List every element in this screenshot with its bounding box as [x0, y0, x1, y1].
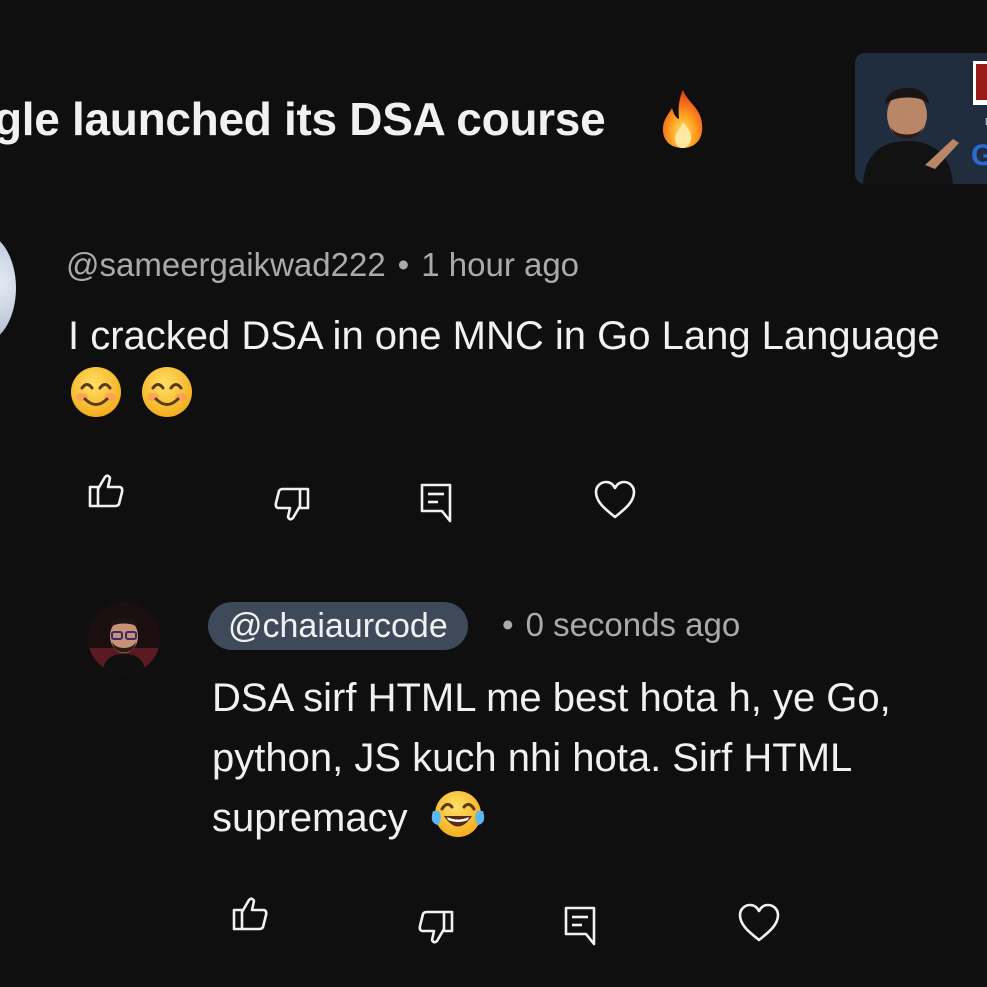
reply-text-end: supremacy — [212, 796, 408, 840]
thumbs-up-icon — [88, 474, 124, 508]
comment-emoji-row — [70, 366, 193, 426]
like-button[interactable] — [84, 468, 128, 512]
dislike-button[interactable] — [270, 483, 314, 527]
reply-reply-button[interactable] — [558, 904, 602, 948]
reply-author-handle[interactable]: @chaiaurcode — [208, 602, 468, 650]
comment-body: I cracked DSA in one MNC in Go Lang Lang… — [68, 306, 940, 366]
commenter-avatar[interactable] — [0, 233, 16, 343]
reply-comment-icon — [420, 483, 452, 523]
reply-button[interactable] — [414, 481, 458, 525]
video-title[interactable]: gle launched its DSA course — [0, 92, 606, 146]
meta-separator: • — [397, 246, 410, 283]
comments-screen: gle launched its DSA course Do — [0, 0, 987, 987]
svg-text:G: G — [971, 139, 987, 172]
video-title-text: gle launched its DSA course — [0, 93, 606, 145]
reply-body: DSA sirf HTML me best hota h, ye Go, pyt… — [212, 668, 972, 848]
meta-separator: • — [502, 606, 514, 643]
reply-meta: • 0 seconds ago — [490, 606, 740, 644]
comment-text: I cracked DSA in one MNC in Go Lang Lang… — [68, 314, 940, 358]
tears-of-joy-emoji-icon — [431, 791, 484, 837]
comment-author[interactable]: @sameergaikwad222 — [66, 246, 386, 283]
reply-author-avatar[interactable] — [88, 602, 160, 674]
reply-dislike-button[interactable] — [414, 906, 458, 950]
reply-author: @chaiaurcode — [228, 607, 448, 645]
reply-text-line: python, JS kuch nhi hota. Sirf HTML — [212, 736, 853, 780]
heart-icon — [594, 480, 636, 519]
thumbs-up-icon — [232, 897, 268, 931]
reply-heart-button[interactable] — [737, 901, 781, 945]
reply-like-button[interactable] — [228, 891, 272, 935]
smiling-face-emoji-icon — [142, 367, 193, 417]
avatar-image — [88, 602, 160, 674]
reply-comment-icon — [564, 906, 596, 946]
reply-time[interactable]: 0 seconds ago — [526, 606, 741, 643]
reply-text-line: DSA sirf HTML me best hota h, ye Go, — [212, 676, 891, 720]
comment-meta: @sameergaikwad222 • 1 hour ago — [66, 246, 579, 284]
reply-text-line-last: supremacy — [212, 788, 972, 848]
thumbs-down-icon — [418, 910, 454, 944]
thumbnail-image: Do s G — [855, 53, 987, 184]
comment-time[interactable]: 1 hour ago — [421, 246, 579, 283]
smiling-face-emoji-icon — [71, 367, 121, 417]
heart-icon — [738, 903, 780, 942]
heart-button[interactable] — [593, 478, 637, 522]
thumbs-down-icon — [274, 487, 310, 521]
fire-emoji-icon — [662, 90, 703, 148]
video-thumbnail[interactable]: Do s G — [855, 53, 987, 184]
